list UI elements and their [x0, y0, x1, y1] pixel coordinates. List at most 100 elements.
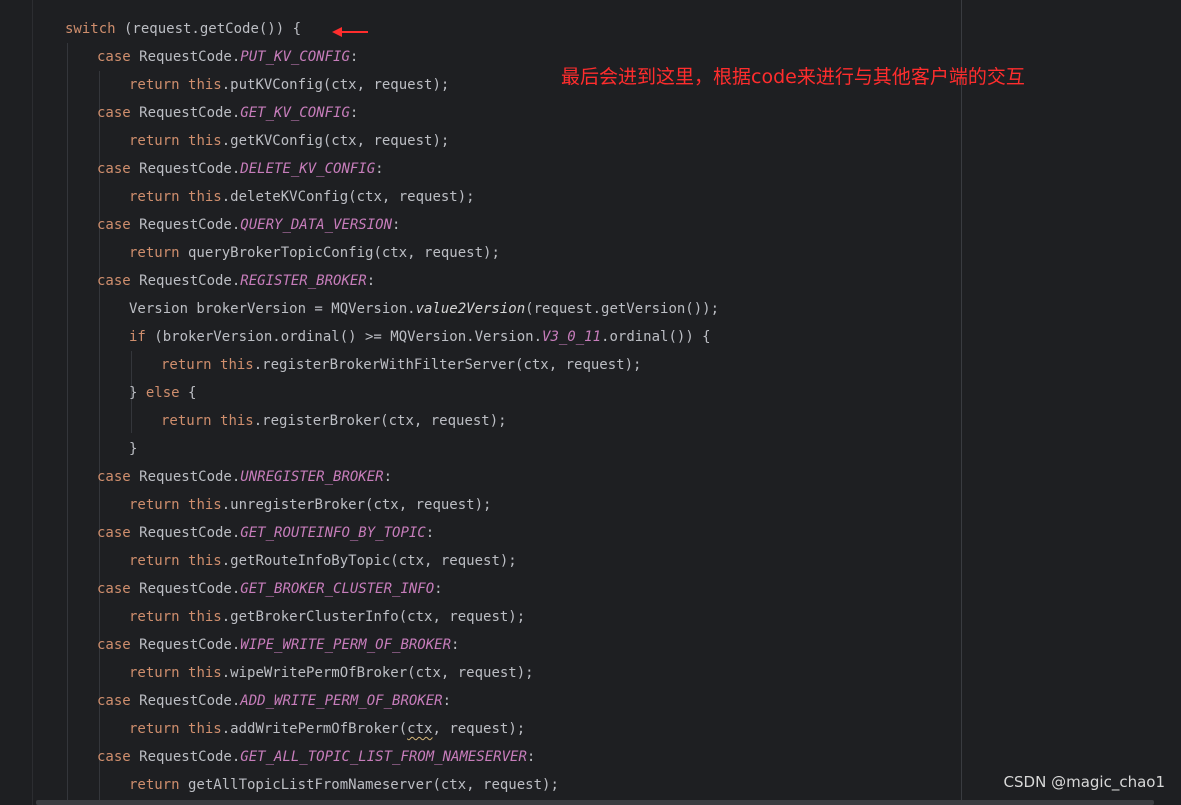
code-line-return[interactable]: return queryBrokerTopicConfig(ctx, reque…	[129, 239, 500, 267]
keyword: case	[97, 581, 131, 597]
keyword: return	[129, 245, 180, 261]
keyword: return	[129, 665, 180, 681]
code-line-else[interactable]: } else {	[129, 379, 196, 407]
code-line-case[interactable]: case RequestCode.ADD_WRITE_PERM_OF_BROKE…	[97, 687, 451, 715]
keyword: this	[188, 609, 222, 625]
code-line-return[interactable]: return this.wipeWritePermOfBroker(ctx, r…	[129, 659, 534, 687]
code-text: .ordinal()) {	[601, 329, 711, 345]
code-line-return[interactable]: return this.registerBrokerWithFilterServ…	[161, 351, 641, 379]
keyword: case	[97, 525, 131, 541]
keyword: switch	[65, 21, 116, 37]
code-editor[interactable]: switch (request.getCode()) { 最后会进到这里，根据c…	[0, 0, 1181, 805]
keyword: else	[145, 385, 180, 401]
code-text: {	[179, 385, 197, 401]
warning-highlight[interactable]: ctx	[407, 721, 432, 737]
code-line-return[interactable]: return this.registerBroker(ctx, request)…	[161, 407, 507, 435]
keyword: return	[129, 609, 180, 625]
constant: PUT_KV_CONFIG	[240, 49, 350, 65]
code-text: }	[129, 385, 146, 401]
code-text: (brokerVersion.ordinal() >= MQVersion.Ve…	[145, 329, 543, 345]
code-line-version[interactable]: Version brokerVersion = MQVersion.value2…	[129, 295, 719, 323]
code-text: .getKVConfig(ctx, request);	[221, 133, 450, 149]
keyword: case	[97, 693, 131, 709]
keyword: this	[188, 497, 222, 513]
right-margin-guide	[961, 0, 962, 805]
code-line-return[interactable]: return this.addWritePermOfBroker(ctx, re…	[129, 715, 525, 743]
keyword: this	[188, 77, 222, 93]
code-text: .unregisterBroker(ctx, request);	[221, 497, 492, 513]
constant: V3_0_11	[542, 329, 602, 345]
code-line-case[interactable]: case RequestCode.QUERY_DATA_VERSION:	[97, 211, 400, 239]
code-text: (request.getCode()) {	[115, 21, 302, 37]
code-text: :	[349, 105, 359, 121]
code-line-case[interactable]: case RequestCode.REGISTER_BROKER:	[97, 267, 375, 295]
constant: GET_KV_CONFIG	[240, 105, 350, 121]
constant: GET_BROKER_CLUSTER_INFO	[240, 581, 435, 597]
keyword: if	[129, 329, 146, 345]
code-line-return[interactable]: return this.deleteKVConfig(ctx, request)…	[129, 183, 475, 211]
code-line-return[interactable]: return this.getKVConfig(ctx, request);	[129, 127, 449, 155]
code-text: }	[129, 441, 138, 457]
code-text: RequestCode.	[130, 273, 241, 289]
code-text: :	[442, 693, 452, 709]
keyword: this	[188, 721, 222, 737]
keyword: this	[188, 189, 222, 205]
horizontal-scrollbar[interactable]	[36, 800, 1154, 805]
code-text: .registerBrokerWithFilterServer(ctx, req…	[253, 357, 642, 373]
constant: GET_ROUTEINFO_BY_TOPIC	[240, 525, 426, 541]
keyword: case	[97, 637, 131, 653]
code-line-case[interactable]: case RequestCode.WIPE_WRITE_PERM_OF_BROK…	[97, 631, 459, 659]
arrow-left-icon	[332, 27, 368, 37]
code-text: .putKVConfig(ctx, request);	[221, 77, 450, 93]
keyword: return	[129, 721, 180, 737]
code-line-return[interactable]: return this.unregisterBroker(ctx, reques…	[129, 491, 491, 519]
code-line-case[interactable]: case RequestCode.GET_BROKER_CLUSTER_INFO…	[97, 575, 443, 603]
keyword: return	[129, 497, 180, 513]
code-text: RequestCode.	[130, 637, 241, 653]
keyword: return	[129, 189, 180, 205]
code-line-case[interactable]: case RequestCode.DELETE_KV_CONFIG:	[97, 155, 384, 183]
constant: DELETE_KV_CONFIG	[240, 161, 376, 177]
code-line-case[interactable]: case RequestCode.UNREGISTER_BROKER:	[97, 463, 392, 491]
gutter-divider	[32, 0, 33, 805]
code-text: (request.getVersion());	[525, 301, 720, 317]
code-text: :	[392, 217, 401, 233]
code-line-switch[interactable]: switch (request.getCode()) {	[65, 15, 301, 43]
code-line-return[interactable]: return this.getRouteInfoByTopic(ctx, req…	[129, 547, 517, 575]
keyword: this	[188, 665, 222, 681]
keyword: this	[188, 133, 222, 149]
code-line-return[interactable]: return this.putKVConfig(ctx, request);	[129, 71, 449, 99]
constant: UNREGISTER_BROKER	[240, 469, 384, 485]
code-line-case[interactable]: case RequestCode.GET_ROUTEINFO_BY_TOPIC:	[97, 519, 434, 547]
annotation-text: 最后会进到这里，根据code来进行与其他客户端的交互	[561, 66, 1025, 88]
keyword: this	[220, 357, 254, 373]
code-line-return[interactable]: return this.getBrokerClusterInfo(ctx, re…	[129, 603, 525, 631]
constant: QUERY_DATA_VERSION	[240, 217, 393, 233]
code-text: :	[366, 273, 376, 289]
code-text: queryBrokerTopicConfig(ctx, request);	[179, 245, 500, 261]
code-line-case[interactable]: case RequestCode.PUT_KV_CONFIG:	[97, 43, 358, 71]
code-line-case[interactable]: case RequestCode.GET_ALL_TOPIC_LIST_FROM…	[97, 743, 535, 771]
code-text: :	[383, 469, 393, 485]
indent-guide	[67, 43, 68, 805]
code-line-if[interactable]: if (brokerVersion.ordinal() >= MQVersion…	[129, 323, 711, 351]
keyword: case	[97, 105, 131, 121]
keyword: return	[161, 357, 212, 373]
code-line-return[interactable]: return getAllTopicListFromNameserver(ctx…	[129, 771, 559, 799]
code-text: RequestCode.	[130, 469, 241, 485]
code-text: :	[526, 749, 536, 765]
code-text: , request);	[432, 721, 526, 737]
keyword: case	[97, 49, 131, 65]
keyword: case	[97, 749, 131, 765]
code-text: .addWritePermOfBroker(	[221, 721, 408, 737]
constant: REGISTER_BROKER	[240, 273, 367, 289]
code-text: .getBrokerClusterInfo(ctx, request);	[221, 609, 526, 625]
code-text: .deleteKVConfig(ctx, request);	[221, 189, 475, 205]
code-text: getAllTopicListFromNameserver(ctx, reque…	[179, 777, 559, 793]
code-text: RequestCode.	[130, 161, 241, 177]
code-text: RequestCode.	[130, 49, 241, 65]
keyword: return	[129, 553, 180, 569]
code-line-case[interactable]: case RequestCode.GET_KV_CONFIG:	[97, 99, 358, 127]
code-line-brace[interactable]: }	[129, 435, 137, 463]
keyword: return	[129, 133, 180, 149]
